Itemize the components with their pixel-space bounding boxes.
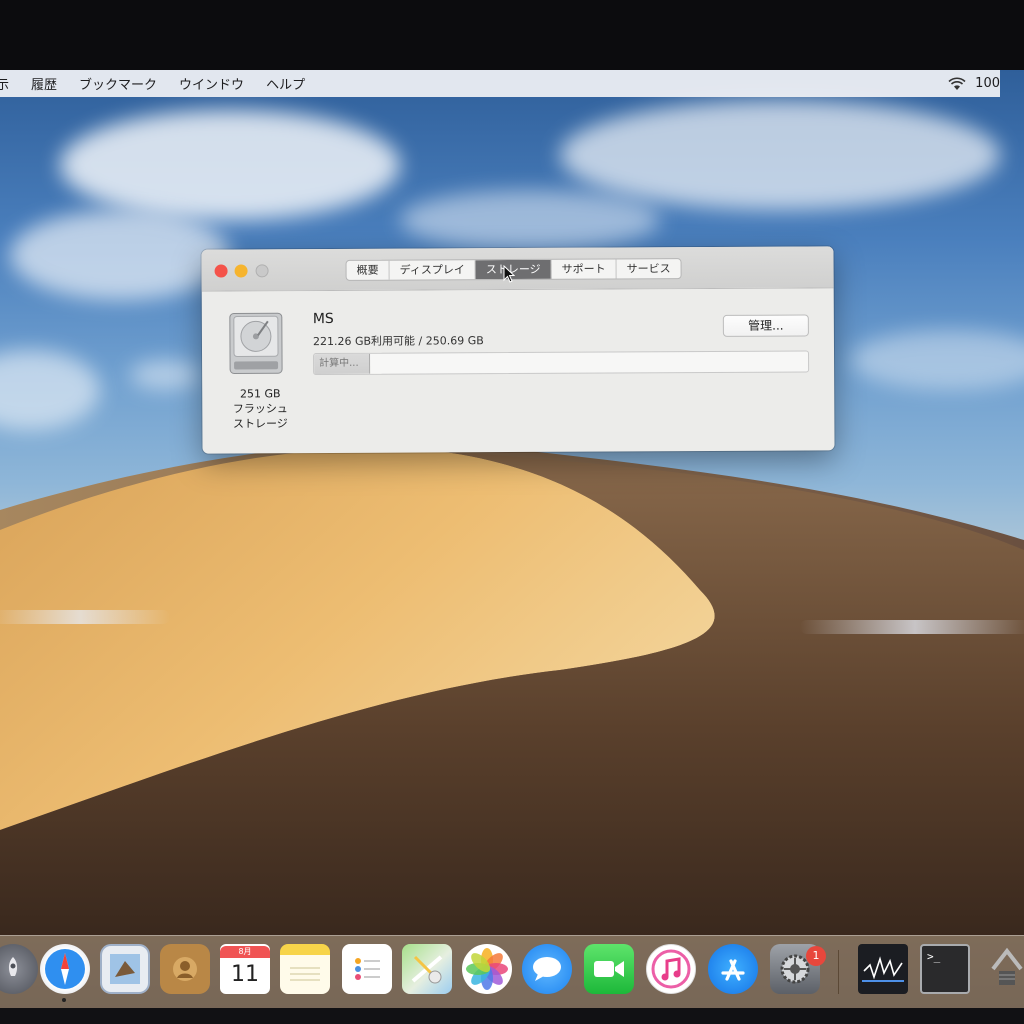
terminal-prompt-icon: >_	[927, 950, 941, 963]
tab-service[interactable]: サービス	[617, 259, 681, 278]
screen-reflection	[800, 620, 1024, 634]
stocks-icon[interactable]	[858, 944, 908, 994]
calendar-day: 11	[231, 962, 259, 987]
menu-window[interactable]: ウインドウ	[168, 74, 255, 93]
maps-icon[interactable]	[402, 944, 452, 994]
menu-bookmarks[interactable]: ブックマーク	[68, 74, 168, 93]
close-button[interactable]	[214, 264, 228, 278]
disk-kind-line1: フラッシュ	[232, 402, 288, 416]
title-bar[interactable]: 概要 ディスプレイ ストレージ サポート サービス	[201, 246, 834, 292]
reminders-icon[interactable]	[342, 944, 392, 994]
disk-availability: 221.26 GB利用可能 / 250.69 GB	[312, 334, 484, 349]
calculating-segment: 計算中...	[314, 353, 371, 375]
status-area: 100	[947, 70, 1000, 97]
menu-view[interactable]: 示	[0, 74, 20, 93]
battery-percent[interactable]: 100	[975, 76, 1000, 91]
tab-overview[interactable]: 概要	[346, 260, 390, 280]
facetime-icon[interactable]	[584, 944, 634, 994]
menu-bar: 示 履歴 ブックマーク ウインドウ ヘルプ 100	[0, 70, 1000, 97]
screen-reflection	[0, 610, 170, 624]
disk-kind-line2: ストレージ	[232, 417, 288, 431]
terminal-icon[interactable]: >_	[920, 944, 970, 994]
mouse-pointer-icon	[503, 265, 515, 283]
safari-icon[interactable]	[40, 944, 90, 994]
storage-usage-bar: 計算中...	[313, 350, 810, 376]
mail-icon[interactable]	[100, 944, 150, 994]
minimize-button[interactable]	[234, 264, 248, 278]
app-store-icon[interactable]	[708, 944, 758, 994]
wifi-icon[interactable]	[947, 77, 967, 91]
messages-icon[interactable]	[522, 944, 572, 994]
desert-dunes	[0, 442, 1024, 1008]
notification-badge: 1	[806, 946, 826, 966]
itunes-icon[interactable]	[646, 944, 696, 994]
tab-displays[interactable]: ディスプレイ	[389, 260, 476, 280]
about-this-mac-window: 概要 ディスプレイ ストレージ サポート サービス 251 GB フラッシュ ス…	[201, 246, 835, 454]
photos-icon[interactable]	[462, 944, 512, 994]
disk-name: MS	[312, 310, 334, 328]
notes-icon[interactable]	[280, 944, 330, 994]
hard-drive-icon	[229, 312, 283, 374]
disk-type-label: 251 GB フラッシュ ストレージ	[222, 386, 298, 431]
desktop	[0, 70, 1024, 1008]
storage-panel: 251 GB フラッシュ ストレージ MS 221.26 GB利用可能 / 25…	[202, 288, 835, 453]
disk-capacity: 251 GB	[239, 387, 281, 401]
zoom-button[interactable]	[255, 264, 269, 278]
menu-history[interactable]: 履歴	[20, 74, 68, 93]
contacts-icon[interactable]	[160, 944, 210, 994]
running-indicator	[62, 998, 66, 1002]
tab-support[interactable]: サポート	[551, 259, 617, 279]
calendar-month: 8月	[220, 946, 270, 958]
calendar-icon[interactable]: 8月 11	[220, 944, 270, 994]
menu-help[interactable]: ヘルプ	[255, 74, 316, 93]
system-information-icon[interactable]	[982, 944, 1024, 994]
dock-separator	[838, 950, 839, 994]
screen-bezel	[0, 1008, 1024, 1024]
manage-button[interactable]: 管理...	[722, 314, 809, 337]
